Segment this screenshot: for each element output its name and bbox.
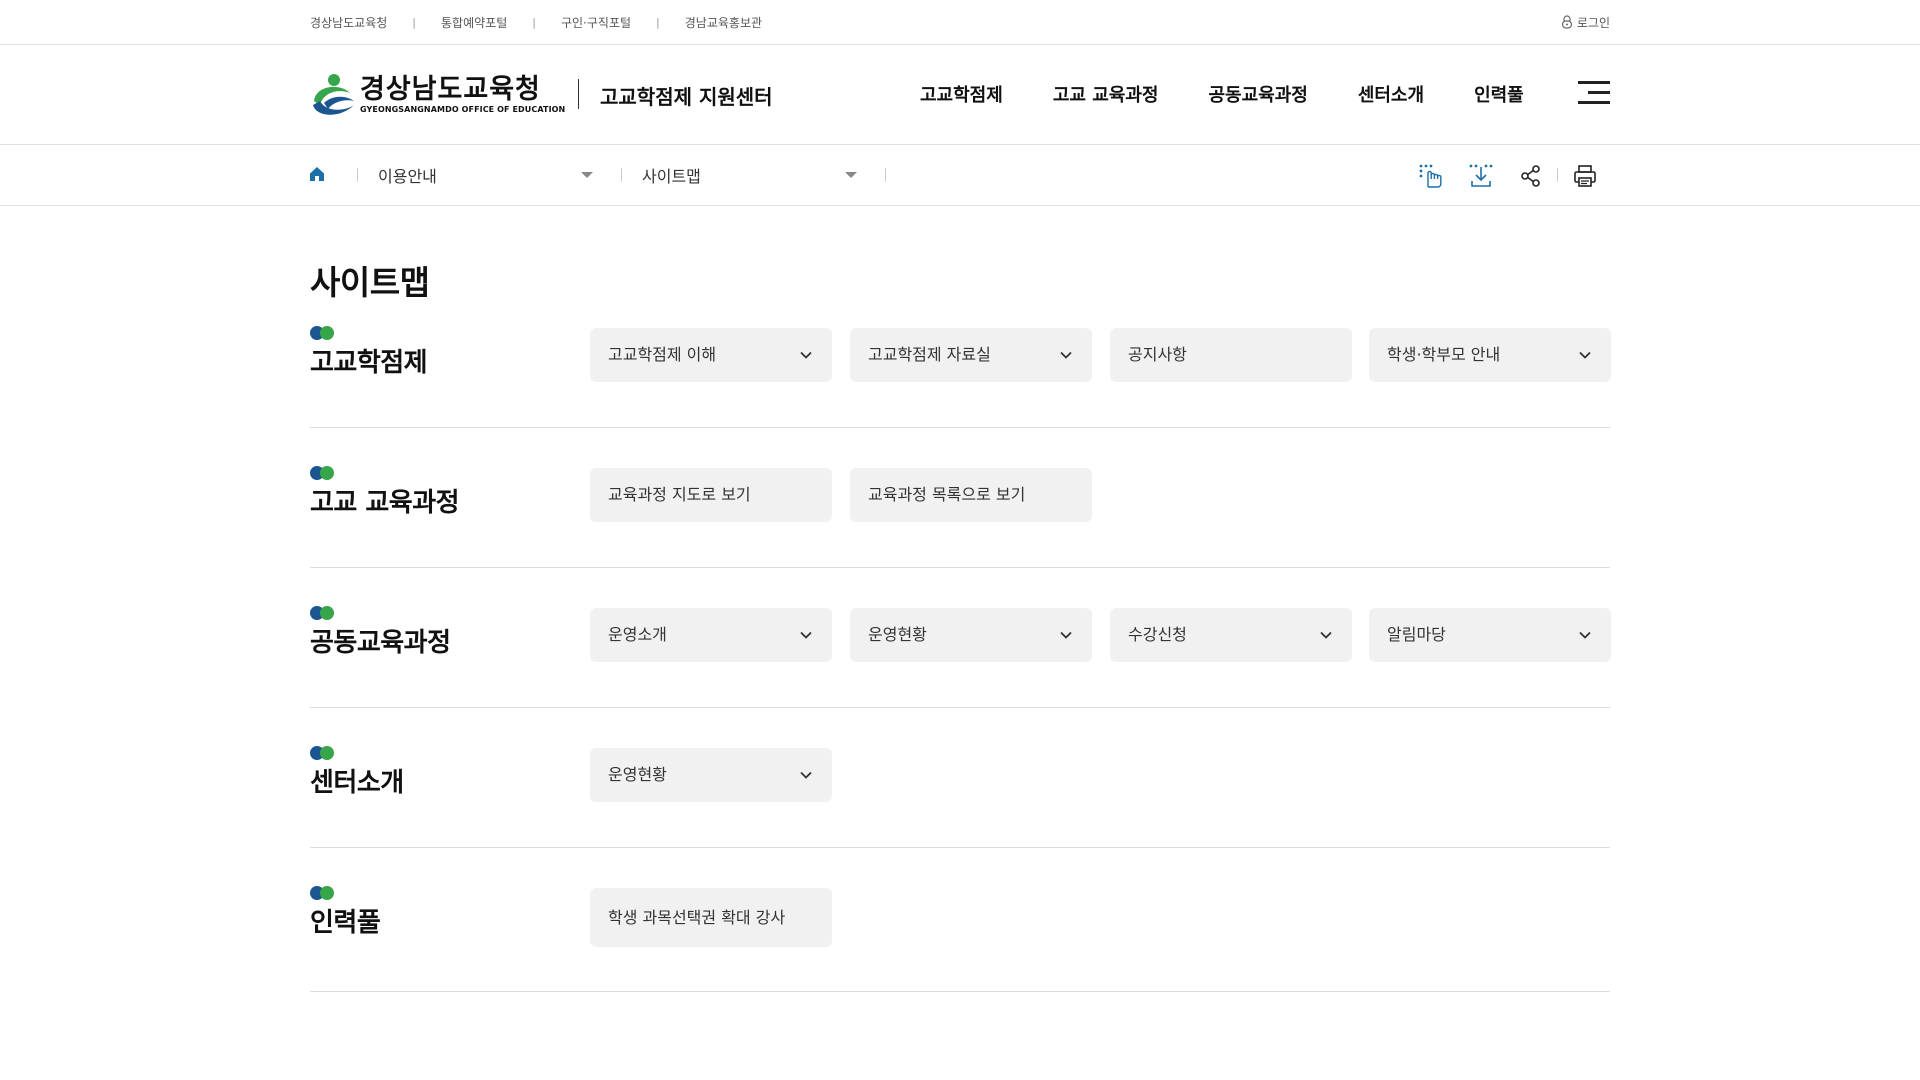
menu-course-registration[interactable]: 수강신청 [1110, 608, 1352, 662]
menu-label: 운영현황 [608, 765, 667, 784]
logo-wordmark: 경상남도교육청 GYEONGSANGNAMDO OFFICE OF EDUCAT… [360, 75, 565, 115]
breadcrumb-level2-label: 사이트맵 [642, 167, 701, 186]
menu-center-operation-status[interactable]: 운영현황 [590, 748, 832, 802]
gne-logo[interactable]: 경상남도교육청 GYEONGSANGNAMDO OFFICE OF EDUCAT… [310, 71, 565, 119]
login-label: 로그인 [1576, 15, 1610, 30]
center-name[interactable]: 고교학점제 지원센터 [600, 81, 773, 110]
sitemap-section-center-intro: 센터소개 운영현황 [310, 746, 1610, 848]
link-separator: | [412, 15, 416, 29]
chevron-down-icon [1320, 631, 1332, 639]
menu-label: 알림마당 [1387, 625, 1446, 644]
chevron-down-icon [800, 631, 812, 639]
link-pr-hall[interactable]: 경남교육홍보관 [685, 14, 762, 31]
family-site-links: 경상남도교육청 | 통합예약포털 | 구인·구직포털 | 경남교육홍보관 [310, 0, 762, 44]
breadcrumb-level1-label: 이용안내 [378, 167, 437, 186]
menu-label: 학생 과목선택권 확대 강사 [608, 907, 786, 927]
logo-divider [578, 79, 579, 109]
chevron-down-icon [845, 172, 857, 178]
chevron-down-icon [800, 771, 812, 779]
main-navigation: 고교학점제 고교 교육과정 공동교육과정 센터소개 인력풀 [920, 81, 1574, 107]
section-title[interactable]: 고교 교육과정 [310, 482, 460, 519]
lock-icon [1561, 15, 1572, 29]
menu-credit-archive[interactable]: 고교학점제 자료실 [850, 328, 1092, 382]
nav-credit-system[interactable]: 고교학점제 [920, 81, 1003, 107]
utility-bar: 경상남도교육청 | 통합예약포털 | 구인·구직포털 | 경남교육홍보관 로그인 [0, 0, 1920, 45]
chevron-down-icon [581, 172, 593, 178]
section-title[interactable]: 센터소개 [310, 762, 404, 799]
menu-label: 수강신청 [1128, 625, 1187, 644]
menu-label: 교육과정 지도로 보기 [608, 485, 751, 504]
sitemap-section-credit-system: 고교학점제 고교학점제 이해 고교학점제 자료실 공지사항 학생·학부모 안내 [310, 326, 1611, 428]
nav-center-intro[interactable]: 센터소개 [1358, 81, 1424, 107]
menu-label: 교육과정 목록으로 보기 [868, 485, 1026, 504]
menu-operation-intro[interactable]: 운영소개 [590, 608, 832, 662]
section-title[interactable]: 공동교육과정 [310, 622, 451, 659]
menu-student-parent-guide[interactable]: 학생·학부모 안내 [1369, 328, 1611, 382]
chevron-down-icon [1579, 631, 1591, 639]
menu-notice-board[interactable]: 알림마당 [1369, 608, 1611, 662]
sitemap-section-talent-pool: 인력풀 학생 과목선택권 확대 강사 [310, 886, 1610, 992]
menu-operation-status[interactable]: 운영현황 [850, 608, 1092, 662]
download-icon[interactable] [1468, 163, 1494, 189]
section-bullet-icon [310, 466, 336, 480]
chevron-down-icon [800, 351, 812, 359]
logo-english: GYEONGSANGNAMDO OFFICE OF EDUCATION [360, 105, 566, 114]
breadcrumb-separator [357, 168, 358, 182]
hand-pointer-icon[interactable] [1418, 163, 1444, 189]
nav-joint-curriculum[interactable]: 공동교육과정 [1208, 81, 1307, 107]
link-job-portal[interactable]: 구인·구직포털 [561, 14, 631, 31]
nav-high-school-curriculum[interactable]: 고교 교육과정 [1053, 81, 1159, 107]
section-title[interactable]: 고교학점제 [310, 342, 428, 379]
link-separator: | [532, 15, 536, 29]
section-bullet-icon [310, 606, 336, 620]
sitemap-section-joint-curriculum: 공동교육과정 운영소개 운영현황 수강신청 알림마당 [310, 606, 1611, 708]
breadcrumb: 이용안내 사이트맵 [0, 145, 1920, 206]
menu-label: 학생·학부모 안내 [1387, 345, 1501, 364]
menu-credit-understanding[interactable]: 고교학점제 이해 [590, 328, 832, 382]
menu-instructor-pool[interactable]: 학생 과목선택권 확대 강사 [590, 888, 832, 947]
section-bullet-icon [310, 746, 336, 760]
breadcrumb-level1-select[interactable]: 이용안내 [378, 159, 593, 191]
hamburger-menu-icon[interactable] [1578, 79, 1610, 107]
link-separator: | [656, 15, 660, 29]
breadcrumb-separator [621, 168, 622, 182]
link-reservation-portal[interactable]: 통합예약포털 [441, 14, 507, 31]
nav-talent-pool[interactable]: 인력풀 [1474, 81, 1524, 107]
section-bullet-icon [310, 886, 336, 900]
chevron-down-icon [1060, 351, 1072, 359]
breadcrumb-separator [885, 168, 886, 182]
menu-label: 운영소개 [608, 625, 667, 644]
menu-curriculum-list-view[interactable]: 교육과정 목록으로 보기 [850, 468, 1092, 522]
link-gne[interactable]: 경상남도교육청 [310, 14, 387, 31]
site-header: 경상남도교육청 GYEONGSANGNAMDO OFFICE OF EDUCAT… [0, 45, 1920, 145]
print-icon[interactable] [1572, 163, 1598, 189]
login-button[interactable]: 로그인 [1561, 0, 1610, 44]
logo-korean: 경상남도교육청 [360, 74, 541, 105]
section-bullet-icon [310, 326, 336, 340]
menu-label: 고교학점제 자료실 [868, 345, 991, 364]
section-title[interactable]: 인력풀 [310, 902, 381, 939]
home-icon[interactable] [308, 165, 328, 185]
menu-notice[interactable]: 공지사항 [1110, 328, 1352, 382]
menu-curriculum-map-view[interactable]: 교육과정 지도로 보기 [590, 468, 832, 522]
menu-label: 공지사항 [1128, 345, 1187, 364]
page-title: 사이트맵 [310, 263, 430, 302]
chevron-down-icon [1060, 631, 1072, 639]
breadcrumb-level2-select[interactable]: 사이트맵 [642, 159, 857, 191]
share-icon[interactable] [1518, 163, 1544, 189]
menu-label: 운영현황 [868, 625, 927, 644]
chevron-down-icon [1579, 351, 1591, 359]
gne-emblem-icon [310, 71, 358, 119]
sitemap-section-high-school-curriculum: 고교 교육과정 교육과정 지도로 보기 교육과정 목록으로 보기 [310, 466, 1610, 568]
menu-label: 고교학점제 이해 [608, 345, 717, 364]
toolbar-separator [1557, 168, 1558, 182]
